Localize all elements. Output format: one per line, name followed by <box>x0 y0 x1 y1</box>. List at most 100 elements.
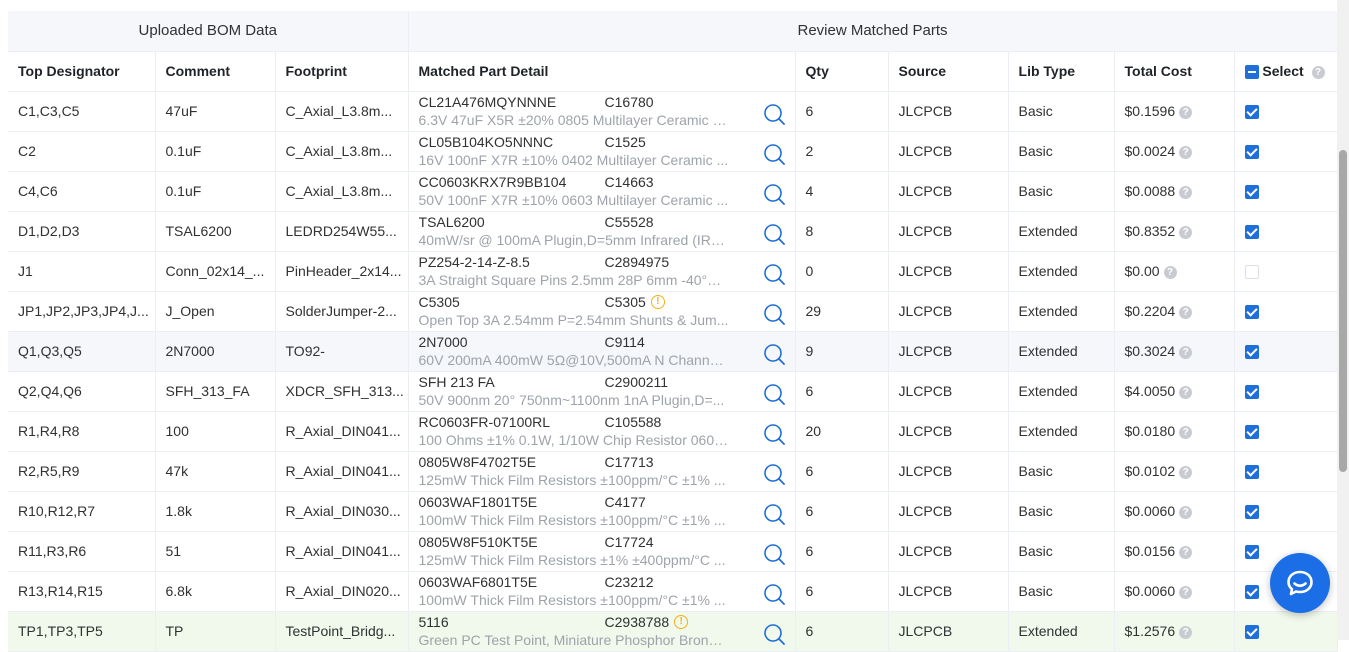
part-lcsc[interactable]: C4177 <box>605 493 646 511</box>
col-comment[interactable]: Comment <box>155 51 276 92</box>
part-mpn[interactable]: SFH 213 FA <box>419 373 605 391</box>
table-row[interactable]: JP1,JP2,JP3,JP4,J... J_Open SolderJumper-2… <box>8 291 1338 332</box>
search-icon[interactable] <box>763 623 785 645</box>
search-icon[interactable] <box>763 263 785 285</box>
row-select-checkbox[interactable] <box>1244 145 1259 160</box>
help-icon[interactable]: ? <box>1179 465 1193 479</box>
part-mpn[interactable]: CC0603KRX7R9BB104 <box>419 173 605 191</box>
part-mpn[interactable]: 0805W8F510KT5E <box>419 533 605 551</box>
row-select-checkbox[interactable] <box>1244 465 1259 480</box>
search-icon[interactable] <box>763 303 785 325</box>
cell-qty[interactable]: 6 <box>795 451 889 492</box>
part-mpn[interactable]: TSAL6200 <box>419 213 605 231</box>
row-select-checkbox[interactable] <box>1244 265 1259 280</box>
select-all-checkbox[interactable] <box>1244 65 1259 80</box>
search-icon[interactable] <box>763 223 785 245</box>
cell-qty[interactable]: 6 <box>795 571 889 612</box>
search-icon[interactable] <box>763 503 785 525</box>
cell-qty[interactable]: 6 <box>795 371 889 412</box>
search-icon[interactable] <box>763 463 785 485</box>
part-lcsc[interactable]: C17724 <box>605 533 654 551</box>
table-row[interactable]: TP1,TP3,TP5 TP TestPoint_Bridg... 5116 C2938… <box>8 611 1338 652</box>
table-row[interactable]: C4,C6 0.1uF C_Axial_L3.8m... CC0603KRX7R9BB… <box>8 171 1338 212</box>
part-lcsc[interactable]: C55528 <box>605 213 654 231</box>
help-icon[interactable]: ? <box>1163 265 1177 279</box>
cell-qty[interactable]: 0 <box>795 251 889 292</box>
help-icon[interactable]: ? <box>1179 585 1193 599</box>
help-icon[interactable]: ? <box>1179 545 1193 559</box>
table-row[interactable]: D1,D2,D3 TSAL6200 LEDRD254W55... TSAL6200 C5… <box>8 211 1338 252</box>
row-select-checkbox[interactable] <box>1244 345 1259 360</box>
cell-qty[interactable]: 20 <box>795 411 889 452</box>
part-lcsc[interactable]: C2900211 <box>605 373 669 391</box>
search-icon[interactable] <box>763 183 785 205</box>
col-lib-type[interactable]: Lib Type <box>1008 51 1115 92</box>
table-row[interactable]: R10,R12,R7 1.8k R_Axial_DIN030... 0603WAF18… <box>8 491 1338 532</box>
help-icon[interactable]: ? <box>1179 505 1193 519</box>
cell-qty[interactable]: 8 <box>795 211 889 252</box>
help-icon[interactable]: ? <box>1179 345 1193 359</box>
search-icon[interactable] <box>763 383 785 405</box>
row-select-checkbox[interactable] <box>1244 225 1259 240</box>
scrollbar-thumb[interactable] <box>1339 150 1347 472</box>
row-select-checkbox[interactable] <box>1244 305 1259 320</box>
table-row[interactable]: R2,R5,R9 47k R_Axial_DIN041... 0805W8F4702T… <box>8 451 1338 492</box>
row-select-checkbox[interactable] <box>1244 625 1259 640</box>
part-mpn[interactable]: 0603WAF1801T5E <box>419 493 605 511</box>
part-mpn[interactable]: CL05B104KO5NNNC <box>419 133 605 151</box>
part-mpn[interactable]: CL21A476MQYNNNE <box>419 93 605 111</box>
row-select-checkbox[interactable] <box>1244 385 1259 400</box>
cell-qty[interactable]: 6 <box>795 611 889 652</box>
part-mpn[interactable]: 5116 <box>419 613 605 631</box>
col-qty[interactable]: Qty <box>795 51 889 92</box>
row-select-checkbox[interactable] <box>1244 185 1259 200</box>
cell-qty[interactable]: 6 <box>795 531 889 572</box>
search-icon[interactable] <box>763 103 785 125</box>
part-mpn[interactable]: RC0603FR-07100RL <box>419 413 605 431</box>
part-mpn[interactable]: 0805W8F4702T5E <box>419 453 605 471</box>
cell-qty[interactable]: 6 <box>795 91 889 132</box>
part-lcsc[interactable]: C5305 <box>605 293 646 311</box>
table-row[interactable]: R1,R4,R8 100 R_Axial_DIN041... RC0603FR-071… <box>8 411 1338 452</box>
help-icon[interactable]: ? <box>1179 105 1193 119</box>
part-lcsc[interactable]: C16780 <box>605 93 654 111</box>
part-lcsc[interactable]: C23212 <box>605 573 654 591</box>
table-row[interactable]: R11,R3,R6 51 R_Axial_DIN041... 0805W8F510KT… <box>8 531 1338 572</box>
search-icon[interactable] <box>763 423 785 445</box>
cell-qty[interactable]: 29 <box>795 291 889 332</box>
table-row[interactable]: Q1,Q3,Q5 2N7000 TO92- 2N7000 C9114 60V 200mA … <box>8 331 1338 372</box>
row-select-checkbox[interactable] <box>1244 425 1259 440</box>
table-row[interactable]: J1 Conn_02x14_... PinHeader_2x14... PZ254-2… <box>8 251 1338 292</box>
part-mpn[interactable]: 0603WAF6801T5E <box>419 573 605 591</box>
help-icon[interactable]: ? <box>1179 145 1193 159</box>
search-icon[interactable] <box>763 583 785 605</box>
part-lcsc[interactable]: C14663 <box>605 173 654 191</box>
part-lcsc[interactable]: C2938788 <box>605 613 670 631</box>
table-row[interactable]: R13,R14,R15 6.8k R_Axial_DIN020... 0603WAF6… <box>8 571 1338 612</box>
row-select-checkbox[interactable] <box>1244 545 1259 560</box>
search-icon[interactable] <box>763 343 785 365</box>
help-icon[interactable]: ? <box>1179 185 1193 199</box>
table-row[interactable]: C2 0.1uF C_Axial_L3.8m... CL05B104KO5NNNC C1… <box>8 131 1338 172</box>
part-mpn[interactable]: C5305 <box>419 293 605 311</box>
col-total-cost[interactable]: Total Cost <box>1114 51 1235 92</box>
row-select-checkbox[interactable] <box>1244 585 1259 600</box>
part-mpn[interactable]: 2N7000 <box>419 333 605 351</box>
part-lcsc[interactable]: C17713 <box>605 453 654 471</box>
part-lcsc[interactable]: C9114 <box>605 333 645 351</box>
table-row[interactable]: C1,C3,C5 47uF C_Axial_L3.8m... CL21A476MQYN… <box>8 91 1338 132</box>
warning-icon[interactable]: ! <box>650 295 665 309</box>
col-footprint[interactable]: Footprint <box>275 51 409 92</box>
help-icon[interactable]: ? <box>1179 425 1193 439</box>
table-row[interactable]: Q2,Q4,Q6 SFH_313_FA XDCR_SFH_313... SFH 213… <box>8 371 1338 412</box>
cell-qty[interactable]: 2 <box>795 131 889 172</box>
help-icon[interactable]: ? <box>1311 65 1325 79</box>
help-icon[interactable]: ? <box>1179 625 1193 639</box>
col-designator[interactable]: Top Designator <box>8 51 156 92</box>
search-icon[interactable] <box>763 143 785 165</box>
row-select-checkbox[interactable] <box>1244 105 1259 120</box>
help-icon[interactable]: ? <box>1179 225 1193 239</box>
warning-icon[interactable]: ! <box>674 615 689 629</box>
row-select-checkbox[interactable] <box>1244 505 1259 520</box>
chat-button[interactable] <box>1270 553 1330 613</box>
